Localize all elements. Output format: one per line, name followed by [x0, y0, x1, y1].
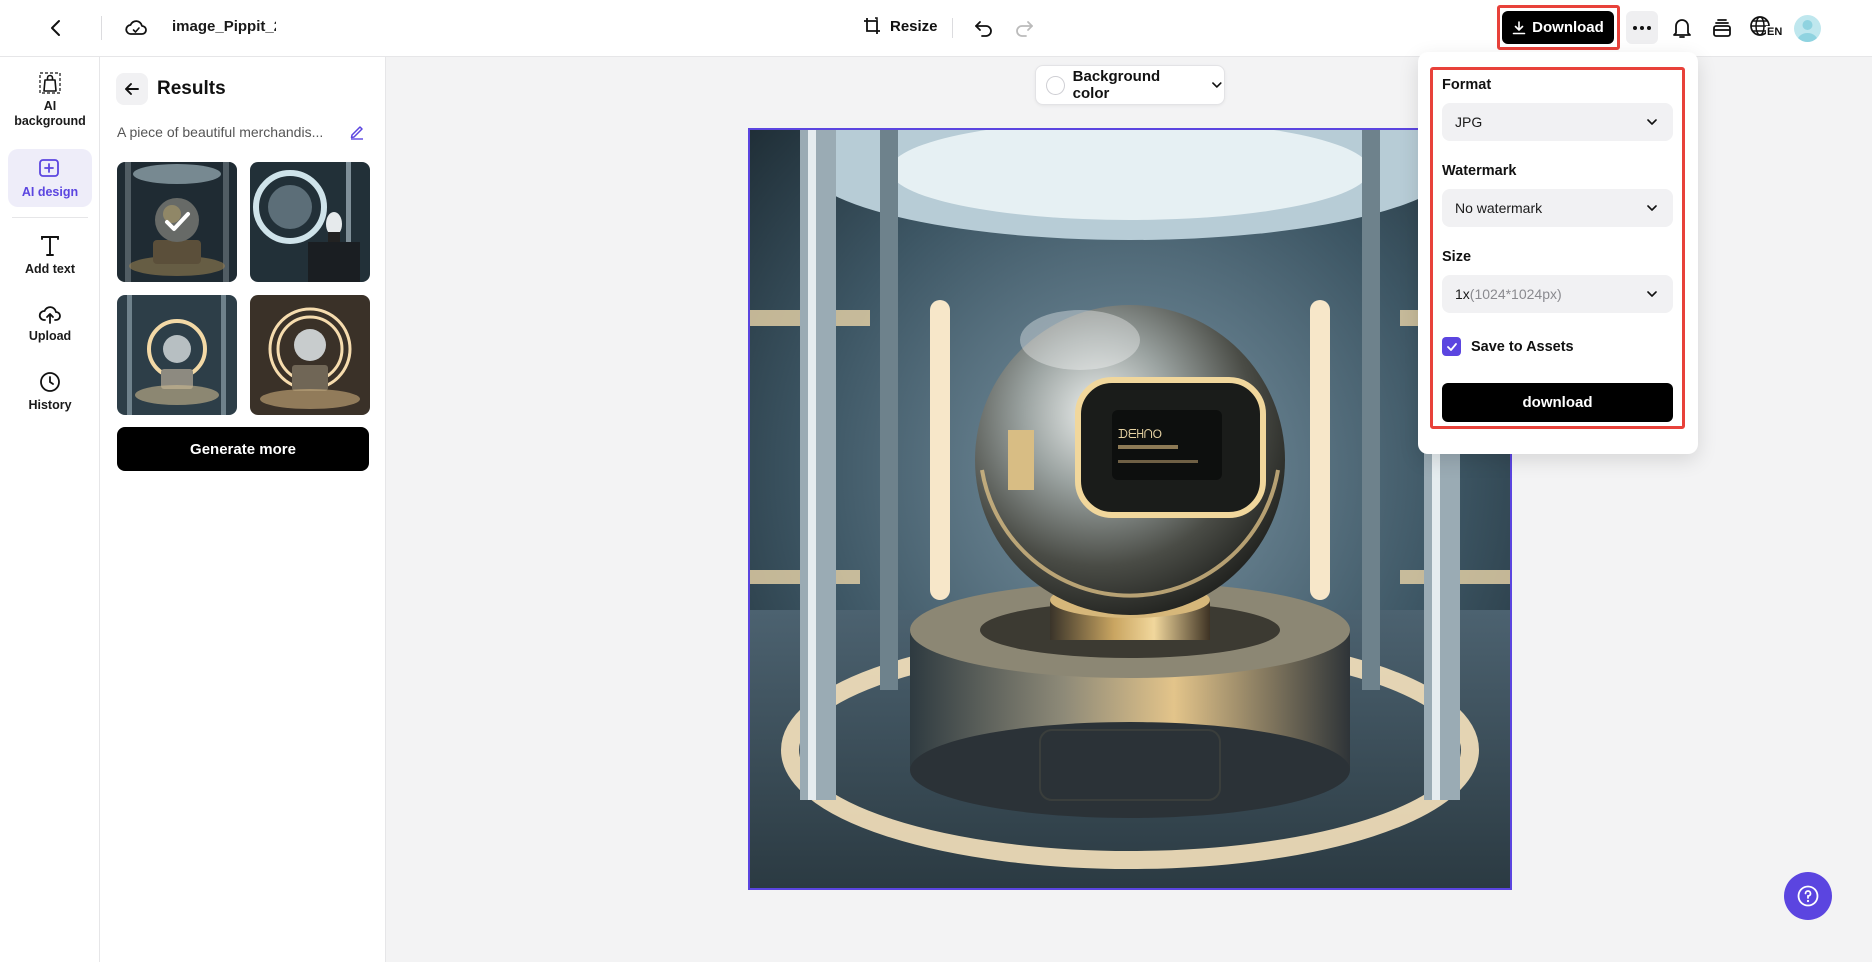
question-icon [1797, 885, 1819, 907]
download-label: Download [1532, 19, 1604, 36]
result-thumbnail-2[interactable] [250, 162, 370, 282]
divider [101, 16, 102, 40]
bag-icon [39, 72, 61, 94]
nav-item-add-text[interactable]: Add text [8, 235, 92, 283]
nav-item-label: AI background [14, 99, 86, 128]
size-dimensions: (1024*1024px) [1469, 286, 1562, 302]
size-value: 1x(1024*1024px) [1455, 286, 1562, 302]
chevron-down-icon [1647, 119, 1657, 125]
bell-icon [1673, 19, 1691, 38]
result-thumbnail-3[interactable] [117, 295, 237, 415]
svg-text:ᗪᗴᕼᑎO: ᗪᗴᕼᑎO [1118, 427, 1162, 441]
credits-button[interactable] [1706, 12, 1738, 44]
user-avatar[interactable] [1794, 15, 1821, 42]
nav-item-label: Upload [28, 329, 72, 343]
size-multiplier: 1x [1455, 286, 1470, 302]
format-label: Format [1442, 77, 1492, 93]
popover-download-button[interactable]: download [1442, 383, 1673, 422]
background-color-dropdown[interactable]: Background color [1035, 65, 1225, 105]
thumbnail-image [250, 162, 370, 282]
format-value: JPG [1455, 114, 1483, 130]
nav-item-history[interactable]: History [8, 371, 92, 419]
avatar-icon [1797, 20, 1818, 42]
panel-title: Results [157, 78, 226, 99]
language-code: EN [1766, 26, 1784, 38]
save-to-assets-checkbox[interactable] [1442, 337, 1461, 356]
prompt-text: A piece of beautiful merchandis... [117, 124, 324, 140]
chevron-down-icon [1647, 205, 1657, 211]
save-to-assets-label: Save to Assets [1471, 338, 1574, 355]
undo-icon [975, 21, 992, 37]
divider [952, 18, 953, 38]
watermark-select[interactable]: No watermark [1442, 189, 1673, 227]
redo-icon [1016, 21, 1033, 37]
nav-item-label: History [28, 398, 72, 412]
result-thumbnail-4[interactable] [250, 295, 370, 415]
image-sparkle-icon [39, 159, 59, 177]
text-t-icon [41, 236, 59, 256]
more-options-button[interactable] [1626, 11, 1658, 44]
help-button[interactable] [1784, 872, 1832, 920]
watermark-label: Watermark [1442, 163, 1517, 179]
nav-divider [12, 217, 88, 218]
back-button[interactable] [40, 12, 72, 44]
nav-item-label: AI design [21, 185, 79, 199]
size-select[interactable]: 1x(1024*1024px) [1442, 275, 1673, 313]
resize-label: Resize [890, 17, 938, 35]
panel-back-button[interactable] [116, 73, 148, 105]
color-swatch [1046, 75, 1065, 95]
arrow-left-icon [125, 83, 139, 95]
undo-button[interactable] [968, 12, 1000, 44]
results-panel: Results A piece of beautiful merchandis.… [100, 57, 386, 962]
nav-item-ai-background[interactable]: AI background [8, 71, 92, 133]
resize-icon [864, 17, 880, 34]
product-render-image: ᗪᗴᕼᑎO [750, 130, 1510, 888]
file-name[interactable]: image_Pippit_20 [172, 18, 276, 35]
thumbnail-image [117, 162, 237, 282]
pencil-icon [350, 126, 363, 140]
nav-item-upload[interactable]: Upload [8, 303, 92, 351]
result-thumbnail-1[interactable] [117, 162, 237, 282]
left-navigation: AI background AI design Add text Upload … [0, 57, 100, 962]
edit-prompt-button[interactable] [346, 121, 368, 143]
top-bar: image_Pippit_20 Resize Download EN [0, 0, 1872, 57]
generate-more-button[interactable]: Generate more [117, 427, 369, 471]
clock-icon [40, 372, 60, 392]
download-button[interactable]: Download [1502, 11, 1614, 44]
redo-button[interactable] [1008, 12, 1040, 44]
cloud-sync-icon[interactable] [120, 12, 152, 44]
nav-item-ai-design[interactable]: AI design [8, 149, 92, 207]
layers-stack-icon [1713, 19, 1731, 37]
download-icon [1512, 20, 1526, 34]
check-icon [1446, 342, 1457, 351]
language-button[interactable]: EN [1748, 12, 1784, 44]
chevron-down-icon [1647, 291, 1657, 297]
chevron-down-icon [1212, 82, 1222, 88]
more-horizontal-icon [1633, 25, 1651, 30]
save-to-assets-row: Save to Assets [1442, 337, 1574, 356]
chevron-left-icon [51, 20, 60, 36]
thumbnail-image [117, 295, 237, 415]
watermark-value: No watermark [1455, 200, 1543, 216]
resize-button[interactable]: Resize [862, 16, 938, 36]
format-select[interactable]: JPG [1442, 103, 1673, 141]
cloud-upload-icon [38, 306, 61, 324]
background-color-label: Background color [1072, 68, 1161, 102]
nav-item-label: Add text [25, 262, 75, 276]
size-label: Size [1442, 249, 1472, 265]
canvas-image[interactable]: ᗪᗴᕼᑎO [748, 128, 1512, 890]
thumbnail-image [250, 295, 370, 415]
notifications-button[interactable] [1666, 12, 1698, 44]
